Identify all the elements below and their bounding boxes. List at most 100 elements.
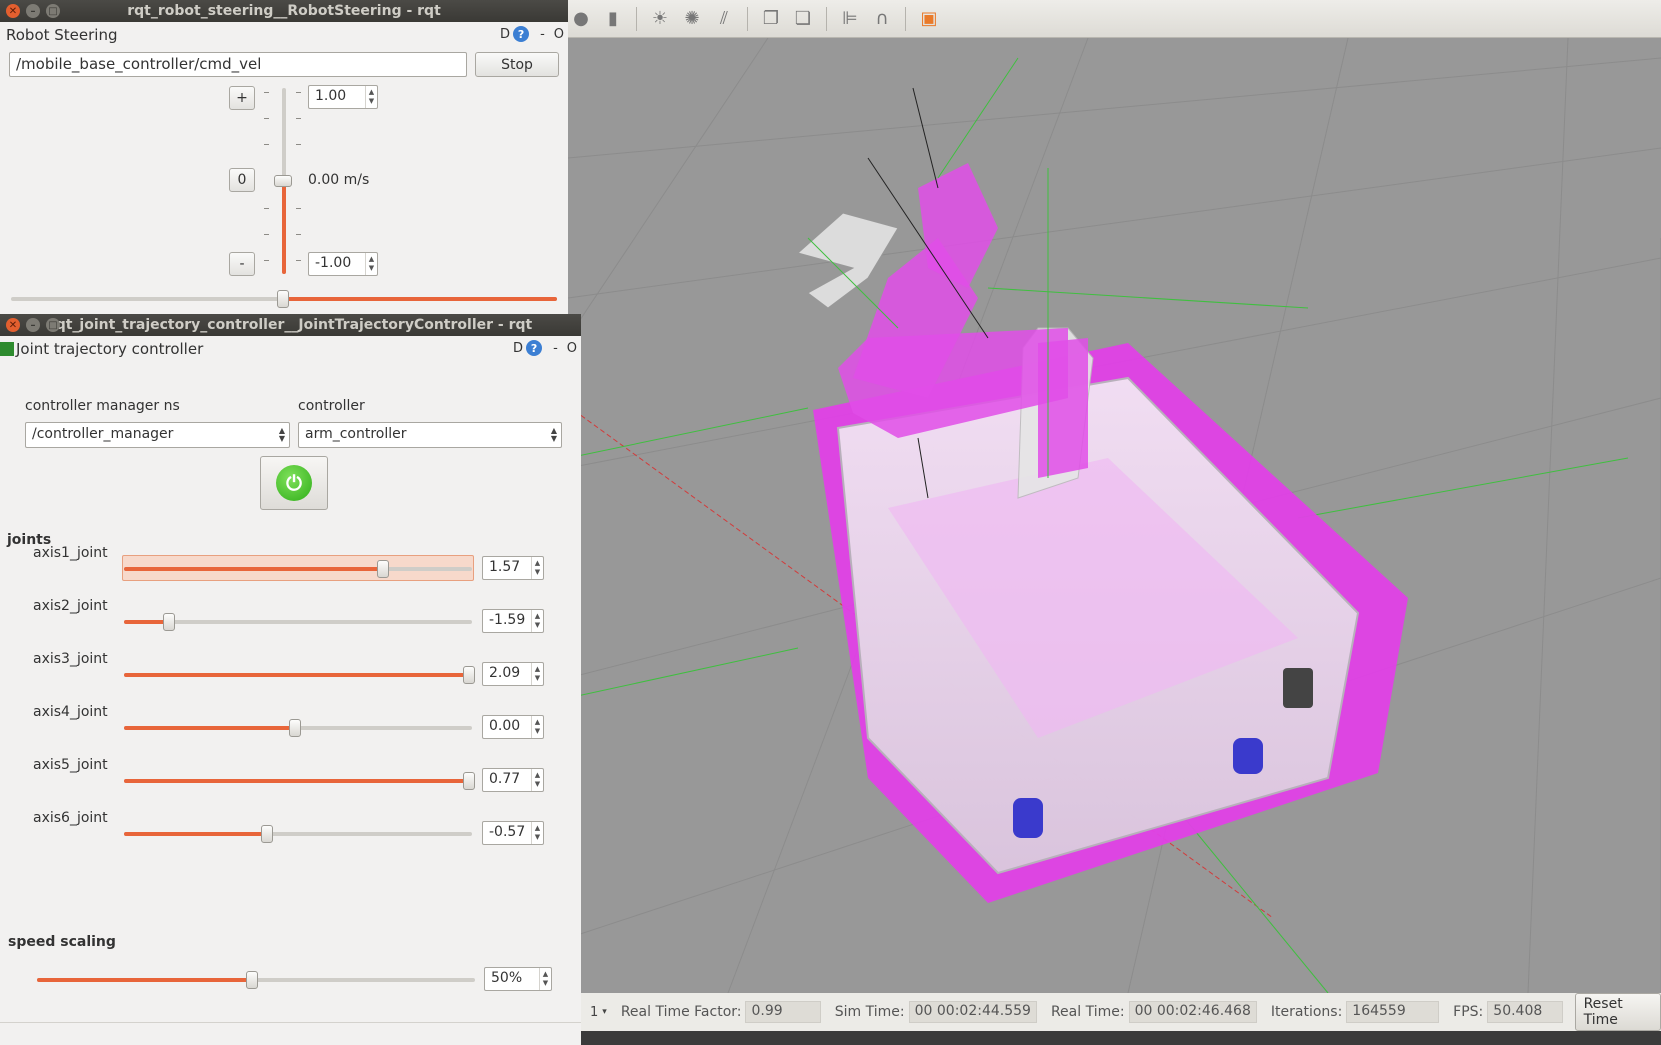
paste-icon[interactable]: ❏ xyxy=(790,6,816,32)
controller-label: controller xyxy=(298,398,365,414)
plugin-minimize-button[interactable]: - xyxy=(553,341,558,356)
rtf-label: Real Time Factor: xyxy=(620,1004,742,1020)
joint-value-spinbox[interactable]: 0.77 ▲ ▼ xyxy=(482,768,544,792)
sim-time-label: Sim Time: xyxy=(834,1004,905,1020)
spin-arrows-icon[interactable]: ▲ ▼ xyxy=(531,610,543,632)
jtc-titlebar[interactable]: ✕ – □ rqt_joint_trajectory_controller__J… xyxy=(0,314,581,336)
ns-combobox[interactable]: /controller_manager ▲ ▼ xyxy=(25,422,290,448)
cylinder-icon[interactable]: ▮ xyxy=(600,6,626,32)
help-icon[interactable]: ? xyxy=(513,26,530,42)
minimize-icon[interactable]: – xyxy=(26,318,40,332)
topic-input[interactable]: /mobile_base_controller/cmd_vel xyxy=(9,52,467,77)
slider-handle[interactable] xyxy=(462,666,475,684)
joint-slider[interactable] xyxy=(124,613,472,631)
slider-fill xyxy=(284,297,557,301)
min-linear-value: -1.00 xyxy=(315,255,352,271)
spin-arrows-icon[interactable]: ▲ ▼ xyxy=(531,769,543,791)
spin-arrows-icon[interactable]: ▲ ▼ xyxy=(531,716,543,738)
plugin-minimize-button[interactable]: - xyxy=(540,27,545,42)
slider-handle[interactable] xyxy=(274,175,292,187)
joint-value-spinbox[interactable]: 1.57 ▲ ▼ xyxy=(482,556,544,580)
angular-velocity-slider[interactable] xyxy=(11,290,557,308)
robot-steering-window: ✕ – □ rqt_robot_steering__RobotSteering … xyxy=(0,0,568,314)
slider-handle[interactable] xyxy=(462,772,475,790)
max-linear-value: 1.00 xyxy=(315,88,347,104)
plugin-close-button[interactable]: O xyxy=(567,341,577,356)
align-icon[interactable]: ⊫ xyxy=(837,6,863,32)
speed-scaling-slider[interactable] xyxy=(37,971,475,989)
joint-slider[interactable] xyxy=(124,719,472,737)
copy-icon[interactable]: ❐ xyxy=(758,6,784,32)
joint-slider[interactable] xyxy=(124,825,472,843)
sun-icon[interactable]: ☀ xyxy=(647,6,673,32)
sphere-icon[interactable]: ● xyxy=(568,6,594,32)
spin-arrows-icon[interactable]: ▲ ▼ xyxy=(539,968,551,990)
slider-handle[interactable] xyxy=(163,613,176,631)
joint-slider[interactable] xyxy=(124,772,475,790)
tick xyxy=(296,118,301,119)
speed-scaling-title: speed scaling xyxy=(8,934,116,950)
slider-fill xyxy=(37,978,252,982)
slider-handle[interactable] xyxy=(277,290,289,308)
min-linear-spinbox[interactable]: -1.00 ▲ ▼ xyxy=(308,252,378,276)
slider-handle[interactable] xyxy=(288,719,301,737)
stop-button[interactable]: Stop xyxy=(475,52,559,77)
robot-steering-titlebar[interactable]: ✕ – □ rqt_robot_steering__RobotSteering … xyxy=(0,0,568,22)
slider-fill xyxy=(124,567,384,571)
joint-slider[interactable] xyxy=(124,560,472,578)
increase-button[interactable]: + xyxy=(229,86,255,110)
joint-slider[interactable] xyxy=(124,666,475,684)
spin-arrows-icon[interactable]: ▲ ▼ xyxy=(531,822,543,844)
help-icon[interactable]: ? xyxy=(526,340,543,356)
slider-handle[interactable] xyxy=(245,971,258,989)
spin-arrows-icon[interactable]: ▲ ▼ xyxy=(365,86,377,108)
plugin-title: Joint trajectory controller xyxy=(16,340,204,358)
joint-value-spinbox[interactable]: 0.00 ▲ ▼ xyxy=(482,715,544,739)
plugin-header: Joint trajectory controller D ? - O xyxy=(0,336,581,362)
window-title: rqt_robot_steering__RobotSteering - rqt xyxy=(127,3,441,19)
decrease-button[interactable]: - xyxy=(229,252,255,276)
view-angle-icon[interactable]: ▣ xyxy=(916,6,942,32)
slider-handle[interactable] xyxy=(260,825,273,843)
rtf-value: 0.99 xyxy=(745,1001,821,1023)
spot-light-icon[interactable]: ✺ xyxy=(679,6,705,32)
max-linear-spinbox[interactable]: 1.00 ▲ ▼ xyxy=(308,85,378,109)
close-icon[interactable]: ✕ xyxy=(6,4,20,18)
maximize-icon[interactable]: □ xyxy=(46,4,60,18)
joint-value-spinbox[interactable]: -1.59 ▲ ▼ xyxy=(482,609,544,633)
spin-arrows-icon[interactable]: ▲ ▼ xyxy=(365,253,377,275)
y-axis-line-2 xyxy=(567,647,799,699)
close-icon[interactable]: ✕ xyxy=(6,318,20,332)
maximize-icon[interactable]: □ xyxy=(46,318,60,332)
linear-velocity-slider[interactable] xyxy=(260,88,310,276)
joint-value-spinbox[interactable]: 2.09 ▲ ▼ xyxy=(482,662,544,686)
d-button[interactable]: D xyxy=(500,27,510,42)
reset-time-button[interactable]: Reset Time xyxy=(1574,993,1661,1031)
speed-scaling-spinbox[interactable]: 50% ▲ ▼ xyxy=(484,967,552,991)
zero-button[interactable]: 0 xyxy=(229,168,255,192)
gazebo-3d-viewport[interactable] xyxy=(567,37,1661,994)
gazebo-toolbar: ● ▮ ☀ ✺ ⫽ ❐ ❏ ⊫ ∩ ▣ xyxy=(568,0,1661,38)
tick xyxy=(296,144,301,145)
slider-handle[interactable] xyxy=(377,560,390,578)
spin-arrows-icon[interactable]: ▲ ▼ xyxy=(531,663,543,685)
plugin-close-button[interactable]: O xyxy=(554,27,564,42)
plugin-icon xyxy=(0,342,14,356)
tick xyxy=(264,260,269,261)
snap-icon[interactable]: ∩ xyxy=(869,6,895,32)
joint-value-spinbox[interactable]: -0.57 ▲ ▼ xyxy=(482,821,544,845)
controller-enable-button[interactable]: ⏻ xyxy=(260,456,328,510)
combo-arrows-icon: ▲ ▼ xyxy=(278,426,285,443)
directional-light-icon[interactable]: ⫽ xyxy=(711,6,737,32)
joint-value: -1.59 xyxy=(489,612,526,628)
step-dropdown-icon[interactable]: ▾ xyxy=(602,1007,607,1017)
spin-arrows-icon[interactable]: ▲ ▼ xyxy=(531,557,543,579)
controller-value: arm_controller xyxy=(305,426,407,442)
minimize-icon[interactable]: – xyxy=(26,4,40,18)
controller-combobox[interactable]: arm_controller ▲ ▼ xyxy=(298,422,562,448)
step-value[interactable]: 1 xyxy=(590,1005,598,1020)
tick xyxy=(296,234,301,235)
d-button[interactable]: D xyxy=(513,341,523,356)
slider-fill xyxy=(124,726,295,730)
plugin-title: Robot Steering xyxy=(6,26,118,44)
